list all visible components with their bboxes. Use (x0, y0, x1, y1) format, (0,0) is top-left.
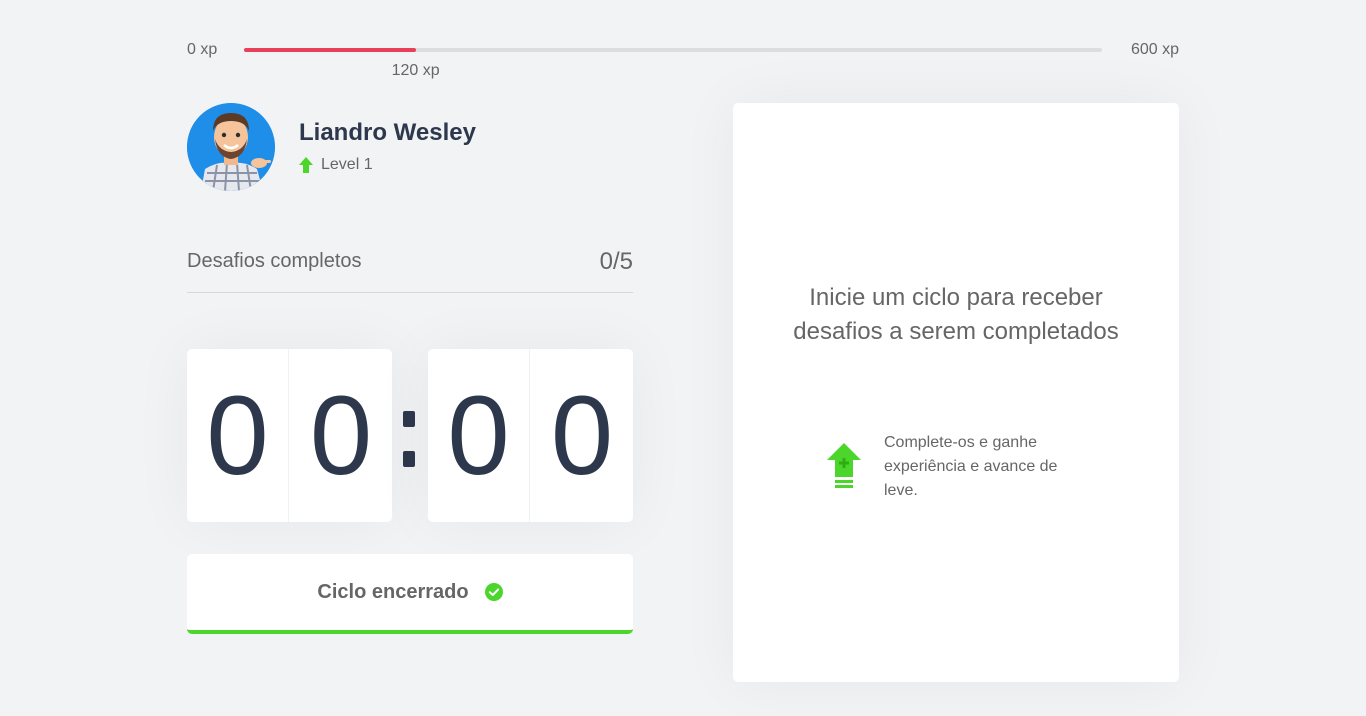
cycle-finished-button[interactable]: Ciclo encerrado (187, 554, 633, 634)
second-digit-tens: 0 (428, 349, 530, 522)
challenge-hint: Complete-os e ganhe experiência e avance… (827, 431, 1087, 511)
completed-challenges-count: 0/5 (599, 248, 633, 275)
experience-bar: 0 xp 120 xp 600 xp (187, 38, 1179, 79)
challenge-box: Inicie um ciclo para receber desafios a … (733, 103, 1179, 682)
challenge-hint-text: Complete-os e ganhe experiência e avance… (884, 434, 1058, 499)
xp-max-label: 600 xp (1130, 41, 1179, 58)
profile-name: Liandro Wesley (299, 119, 476, 146)
challenge-box-title: Inicie um ciclo para receber desafios a … (793, 284, 1119, 345)
countdown-separator (403, 411, 415, 467)
countdown-timer: 0 0 0 0 (187, 349, 633, 522)
profile-level: Level 1 (299, 156, 373, 174)
xp-min-label: 0 xp (187, 41, 218, 58)
profile-level-label: Level 1 (321, 156, 373, 173)
minutes-box: 0 0 (187, 349, 392, 522)
cycle-button-label: Ciclo encerrado (317, 580, 469, 603)
avatar (187, 103, 275, 191)
minute-digit-tens: 0 (187, 349, 289, 522)
xp-progress-fill (244, 48, 416, 52)
xp-track (244, 48, 1102, 52)
completed-challenges: Desafios completos 0/5 (187, 246, 633, 293)
minute-digit-ones: 0 (309, 373, 373, 498)
profile: Liandro Wesley Level 1 (187, 103, 633, 191)
level-up-arrow-icon (299, 157, 313, 173)
xp-current-label: 120 xp (391, 62, 440, 79)
check-circle-icon (484, 583, 503, 601)
seconds-box: 0 0 (428, 349, 633, 522)
completed-challenges-label: Desafios completos (187, 250, 362, 272)
second-digit-ones: 0 (550, 373, 614, 498)
level-up-icon (827, 443, 861, 488)
avatar-illustration-icon (187, 103, 275, 191)
